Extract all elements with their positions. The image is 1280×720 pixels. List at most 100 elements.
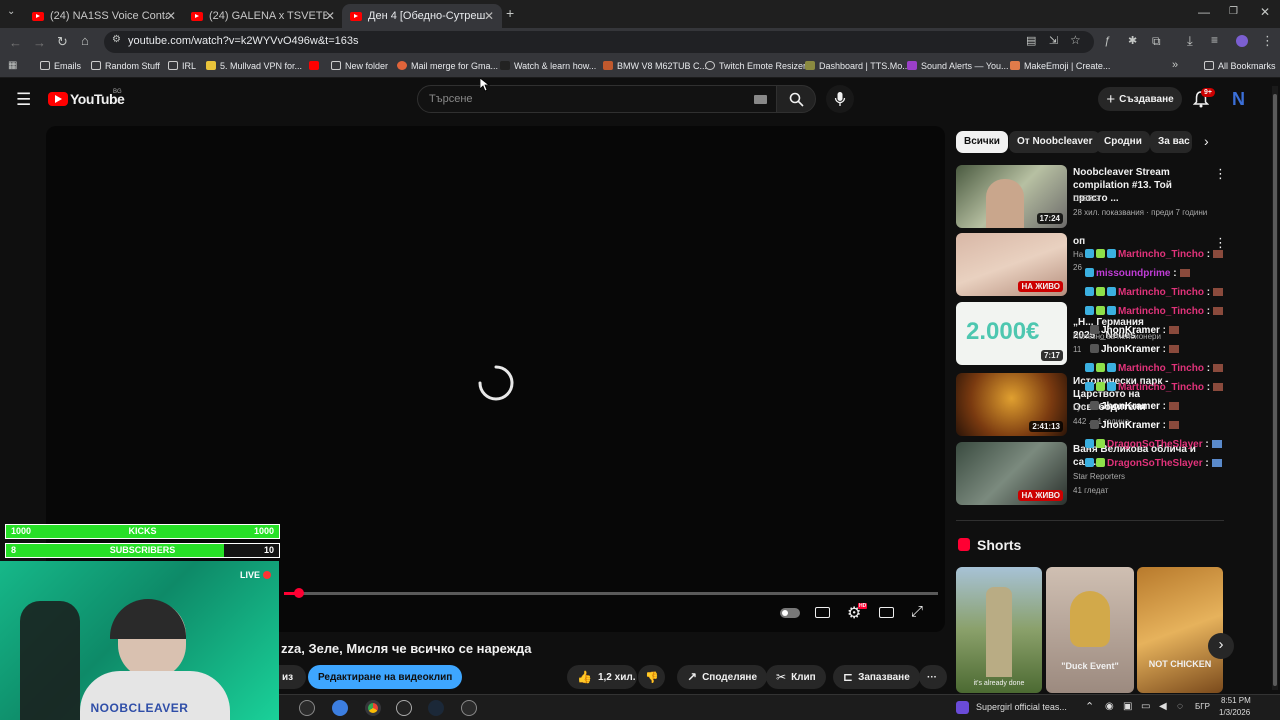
- search-button[interactable]: [776, 85, 816, 113]
- voice-search-button[interactable]: [826, 85, 854, 113]
- chip-related[interactable]: Сродни: [1096, 131, 1150, 153]
- extensions-puzzle-icon[interactable]: ⧉: [1152, 34, 1161, 49]
- back-icon[interactable]: ←: [9, 35, 22, 50]
- bookmark-item[interactable]: Mail merge for Gma...: [397, 61, 498, 71]
- subtitles-icon[interactable]: [815, 607, 830, 618]
- short-card[interactable]: NOT CHICKEN: [1137, 567, 1223, 693]
- tray-icon[interactable]: ◉: [1105, 701, 1114, 712]
- channel-name[interactable]: U93BG: [1073, 194, 1099, 203]
- app-icon[interactable]: [332, 700, 348, 716]
- bookmark-item[interactable]: IRL: [168, 61, 196, 71]
- extension-icon[interactable]: ✱: [1128, 34, 1137, 47]
- video-title[interactable]: оп: [1073, 235, 1208, 248]
- close-icon[interactable]: ✕: [325, 9, 335, 23]
- steam-icon[interactable]: [428, 700, 444, 716]
- close-icon[interactable]: ✕: [484, 9, 494, 23]
- progress-bar[interactable]: [284, 592, 938, 595]
- short-card[interactable]: it's already done: [956, 567, 1042, 693]
- network-icon[interactable]: ▭: [1141, 701, 1150, 712]
- bookmark-item[interactable]: 5. Mullvad VPN for...: [206, 61, 302, 71]
- restore-icon[interactable]: ❐: [1229, 6, 1238, 17]
- all-bookmarks[interactable]: All Bookmarks: [1204, 61, 1276, 71]
- channel-name[interactable]: Star Reporters: [1073, 472, 1125, 481]
- site-info-icon[interactable]: ⚙: [112, 34, 121, 45]
- clock-time[interactable]: 8:51 PM: [1221, 696, 1251, 705]
- save-button[interactable]: ⊏ Запазване: [833, 665, 920, 689]
- menu-kebab-icon[interactable]: ⋮: [1261, 33, 1274, 49]
- download-icon[interactable]: ⤓: [1187, 33, 1193, 49]
- install-icon[interactable]: ⇲: [1049, 34, 1058, 47]
- bookmark-item[interactable]: New folder: [331, 61, 388, 71]
- more-actions-button[interactable]: ···: [919, 665, 947, 689]
- translate-icon[interactable]: ▤: [1026, 34, 1036, 47]
- fullscreen-icon[interactable]: ⤢: [911, 603, 923, 620]
- edit-video-button[interactable]: Редактиране на видеоклип: [308, 665, 463, 689]
- bookmark-item[interactable]: [309, 61, 323, 71]
- like-button[interactable]: 👍 1,2 хил.: [567, 665, 637, 689]
- language-indicator[interactable]: БГР: [1195, 702, 1210, 711]
- dislike-button[interactable]: 👎: [638, 665, 665, 689]
- app-icon[interactable]: [396, 700, 412, 716]
- search-input[interactable]: Търсене: [417, 85, 779, 113]
- window-close-icon[interactable]: ✕: [1260, 5, 1270, 19]
- bookmark-item[interactable]: Dashboard | TTS.Mo...: [805, 61, 910, 71]
- video-thumbnail[interactable]: 17:24: [956, 165, 1067, 228]
- clock-date[interactable]: 1/3/2026: [1219, 708, 1250, 717]
- clip-button[interactable]: ✂ Клип: [766, 665, 826, 689]
- tab-search-icon[interactable]: ⌄: [7, 6, 15, 17]
- reading-list-icon[interactable]: ≡: [1211, 33, 1218, 47]
- more-bookmarks-icon[interactable]: »: [1172, 59, 1178, 71]
- bookmark-item[interactable]: MakeEmoji | Create...: [1010, 61, 1110, 71]
- share-button[interactable]: ↗ Споделяне: [677, 665, 767, 689]
- home-icon[interactable]: ⌂: [81, 33, 89, 48]
- volume-icon[interactable]: ◀: [1159, 701, 1167, 712]
- tray-icon[interactable]: ◌: [1177, 701, 1183, 712]
- tab-3-active[interactable]: Ден 4 [Обедно-Сутрешно] Мо ✕: [342, 4, 502, 28]
- profile-avatar[interactable]: [1236, 35, 1248, 47]
- forward-icon[interactable]: →: [33, 35, 46, 50]
- apps-grid-icon[interactable]: ▦: [8, 60, 17, 71]
- video-thumbnail[interactable]: НА ЖИВО: [956, 442, 1067, 505]
- video-thumbnail[interactable]: 2.000€ 7:17: [956, 302, 1067, 365]
- keyboard-icon[interactable]: [754, 95, 767, 104]
- tab-1[interactable]: (24) NA1SS Voice Contact Astro ✕: [24, 4, 184, 28]
- app-icon[interactable]: [461, 700, 477, 716]
- extension-icon[interactable]: ƒ: [1104, 35, 1110, 47]
- minimize-icon[interactable]: —: [1198, 5, 1210, 19]
- bookmark-item[interactable]: Watch & learn how...: [500, 61, 596, 71]
- reload-icon[interactable]: ↻: [57, 34, 68, 50]
- shorts-next-button[interactable]: ›: [1208, 633, 1234, 659]
- bookmark-item[interactable]: Twitch Emote Resizer: [705, 61, 806, 71]
- video-thumbnail[interactable]: 2:41:13: [956, 373, 1067, 436]
- chip-from-noobcleaver[interactable]: От Noobcleaver: [1009, 131, 1101, 153]
- hamburger-menu-icon[interactable]: ☰: [16, 90, 31, 110]
- channel-name[interactable]: На: [1073, 250, 1083, 259]
- scrubber-handle[interactable]: [294, 588, 304, 598]
- bookmark-star-icon[interactable]: ☆: [1070, 33, 1081, 47]
- new-tab-icon[interactable]: +: [506, 5, 514, 21]
- bookmark-item[interactable]: Random Stuff: [91, 61, 160, 71]
- app-icon[interactable]: [299, 700, 315, 716]
- close-icon[interactable]: ✕: [166, 9, 176, 23]
- miniplayer-icon[interactable]: [879, 607, 894, 618]
- bookmark-item[interactable]: Sound Alerts — You...: [907, 61, 1009, 71]
- chrome-icon[interactable]: [365, 700, 381, 716]
- short-card[interactable]: "Duck Event": [1046, 567, 1134, 693]
- avatar[interactable]: N: [1232, 89, 1245, 110]
- autoplay-toggle[interactable]: [780, 608, 800, 618]
- chevron-right-icon[interactable]: ›: [1204, 133, 1209, 149]
- youtube-logo-icon[interactable]: [48, 92, 68, 106]
- chip-all[interactable]: Всички: [956, 131, 1008, 153]
- channel-name[interactable]: Lyu: [1073, 403, 1086, 412]
- chip-for-you[interactable]: За вас: [1150, 131, 1192, 153]
- create-button[interactable]: + Създаване: [1098, 87, 1182, 111]
- media-title[interactable]: Supergirl official teas...: [976, 702, 1067, 712]
- tray-icon[interactable]: ▣: [1123, 701, 1132, 712]
- tab-2[interactable]: (24) GALENA x TSVETELINA YA ✕: [183, 4, 343, 28]
- address-bar[interactable]: ⚙ youtube.com/watch?v=k2WYVvO496w&t=163s…: [104, 31, 1094, 53]
- bookmark-item[interactable]: Emails: [40, 61, 81, 71]
- video-menu-icon[interactable]: ⋮: [1214, 166, 1227, 182]
- scrollbar-track[interactable]: [1272, 86, 1278, 690]
- video-thumbnail[interactable]: НА ЖИВО: [956, 233, 1067, 296]
- media-app-icon[interactable]: [956, 701, 969, 714]
